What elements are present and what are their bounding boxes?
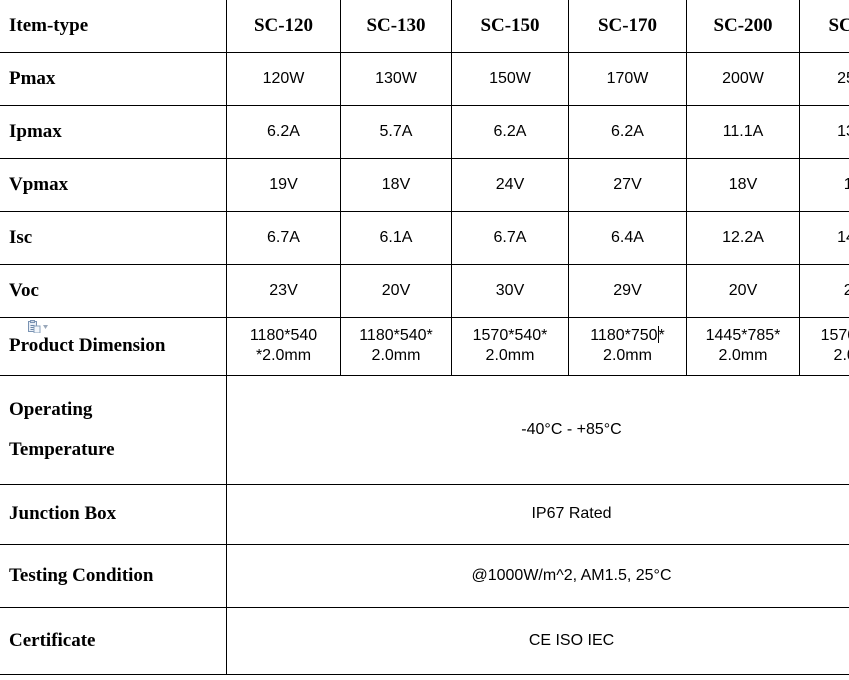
- cell-dimension-sc130: 1180*540* 2.0mm: [340, 316, 452, 376]
- cell-ipmax-sc250: 13.8A: [799, 104, 849, 159]
- cell-pmax-sc200: 200W: [686, 51, 800, 106]
- cell-vpmax-sc130: 18V: [340, 157, 452, 212]
- table-row: Voc 23V 20V 30V 29V 20V 21V: [0, 263, 849, 318]
- dimension-line-1: 1180*540: [249, 327, 318, 344]
- cell-isc-sc120: 6.7A: [226, 210, 341, 265]
- cell-vpmax-sc200: 18V: [686, 157, 800, 212]
- cell-ipmax-sc150: 6.2A: [451, 104, 569, 159]
- row-label-ipmax: Ipmax: [0, 104, 227, 159]
- dimension-line-2: 2.0mm: [485, 347, 535, 364]
- column-header-sc200: SC-200: [686, 0, 800, 53]
- cell-voc-sc150: 30V: [451, 263, 569, 318]
- cell-pmax-sc170: 170W: [568, 51, 687, 106]
- dimension-line-1: 1570*920*: [820, 327, 849, 344]
- row-label-certificate: Certificate: [0, 606, 227, 675]
- cell-ipmax-sc170: 6.2A: [568, 104, 687, 159]
- cell-isc-sc200: 12.2A: [686, 210, 800, 265]
- cell-voc-sc170: 29V: [568, 263, 687, 318]
- dimension-line-1: 1570*540*: [472, 327, 548, 344]
- dimension-line-2: 2.0mm: [371, 347, 421, 364]
- cell-isc-sc170: 6.4A: [568, 210, 687, 265]
- dimension-line-2: 2.0mm: [833, 347, 849, 364]
- table-row: Certificate CE ISO IEC: [0, 606, 849, 675]
- column-header-sc250: SC-250: [799, 0, 849, 53]
- column-header-sc120: SC-120: [226, 0, 341, 53]
- cell-dimension-sc120: 1180*540 *2.0mm: [226, 316, 341, 376]
- row-label-testing-condition: Testing Condition: [0, 543, 227, 608]
- table-row: Ipmax 6.2A 5.7A 6.2A 6.2A 11.1A 13.8A: [0, 104, 849, 159]
- dimension-line-1: 1445*785*: [705, 327, 781, 344]
- table-row: Testing Condition @1000W/m^2, AM1.5, 25°…: [0, 543, 849, 608]
- cell-voc-sc250: 21V: [799, 263, 849, 318]
- dimension-text-before-caret: 1180*750: [590, 327, 658, 344]
- cell-ipmax-sc130: 5.7A: [340, 104, 452, 159]
- cell-vpmax-sc120: 19V: [226, 157, 341, 212]
- cell-dimension-sc200: 1445*785* 2.0mm: [686, 316, 800, 376]
- column-header-sc130: SC-130: [340, 0, 452, 53]
- row-label-isc: Isc: [0, 210, 227, 265]
- dimension-line-1: 1180*540*: [359, 327, 433, 344]
- product-specification-table: Item-type SC-120 SC-130 SC-150 SC-170 SC…: [0, 0, 849, 675]
- dimension-line-2: *2.0mm: [255, 347, 312, 364]
- cell-dimension-sc250: 1570*920* 2.0mm: [799, 316, 849, 376]
- row-label-voc: Voc: [0, 263, 227, 318]
- column-header-sc150: SC-150: [451, 0, 569, 53]
- row-label-line-1: Operating: [9, 398, 93, 420]
- table-row: Pmax 120W 130W 150W 170W 200W 250W: [0, 51, 849, 106]
- table-row: Product Dimension 1180*540 *2.0mm 1180*5…: [0, 316, 849, 376]
- cell-isc-sc130: 6.1A: [340, 210, 452, 265]
- cell-pmax-sc130: 130W: [340, 51, 452, 106]
- cell-vpmax-sc170: 27V: [568, 157, 687, 212]
- row-label-vpmax: Vpmax: [0, 157, 227, 212]
- cell-dimension-sc170[interactable]: 1180*750* 2.0mm: [568, 316, 687, 376]
- cell-vpmax-sc150: 24V: [451, 157, 569, 212]
- cell-testing-condition-value: @1000W/m^2, AM1.5, 25°C: [226, 543, 849, 608]
- row-label-text: Product Dimension: [9, 335, 166, 357]
- cell-junction-box-value: IP67 Rated: [226, 483, 849, 545]
- table-row: Operating Temperature -40°C - +85°C: [0, 374, 849, 485]
- cell-isc-sc150: 6.7A: [451, 210, 569, 265]
- cell-certificate-value: CE ISO IEC: [226, 606, 849, 675]
- table-row: Junction Box IP67 Rated: [0, 483, 849, 545]
- cell-ipmax-sc200: 11.1A: [686, 104, 800, 159]
- column-header-sc170: SC-170: [568, 0, 687, 53]
- cell-pmax-sc120: 120W: [226, 51, 341, 106]
- paste-options-icon[interactable]: [28, 319, 54, 334]
- row-label-product-dimension: Product Dimension: [0, 316, 227, 376]
- cell-pmax-sc150: 150W: [451, 51, 569, 106]
- dimension-line-2: 2.0mm: [718, 347, 768, 364]
- row-label-operating-temperature: Operating Temperature: [0, 374, 227, 485]
- dimension-line-1: 1180*750*: [590, 326, 665, 344]
- row-label-pmax: Pmax: [0, 51, 227, 106]
- column-header-item-type: Item-type: [0, 0, 227, 53]
- cell-voc-sc130: 20V: [340, 263, 452, 318]
- cell-operating-temperature-value: -40°C - +85°C: [226, 374, 849, 485]
- table-row: Isc 6.7A 6.1A 6.7A 6.4A 12.2A 14.2A: [0, 210, 849, 265]
- table-header-row: Item-type SC-120 SC-130 SC-150 SC-170 SC…: [0, 0, 849, 53]
- row-label-junction-box: Junction Box: [0, 483, 227, 545]
- cell-voc-sc200: 20V: [686, 263, 800, 318]
- row-label-line-2: Temperature: [9, 438, 115, 460]
- cell-pmax-sc250: 250W: [799, 51, 849, 106]
- cell-isc-sc250: 14.2A: [799, 210, 849, 265]
- cell-vpmax-sc250: 18V: [799, 157, 849, 212]
- dimension-text-after-caret: *: [658, 327, 665, 344]
- cell-dimension-sc150: 1570*540* 2.0mm: [451, 316, 569, 376]
- dimension-line-2: 2.0mm: [603, 347, 652, 364]
- chevron-down-icon: [43, 324, 48, 329]
- table-row: Vpmax 19V 18V 24V 27V 18V 18V: [0, 157, 849, 212]
- cell-ipmax-sc120: 6.2A: [226, 104, 341, 159]
- cell-voc-sc120: 23V: [226, 263, 341, 318]
